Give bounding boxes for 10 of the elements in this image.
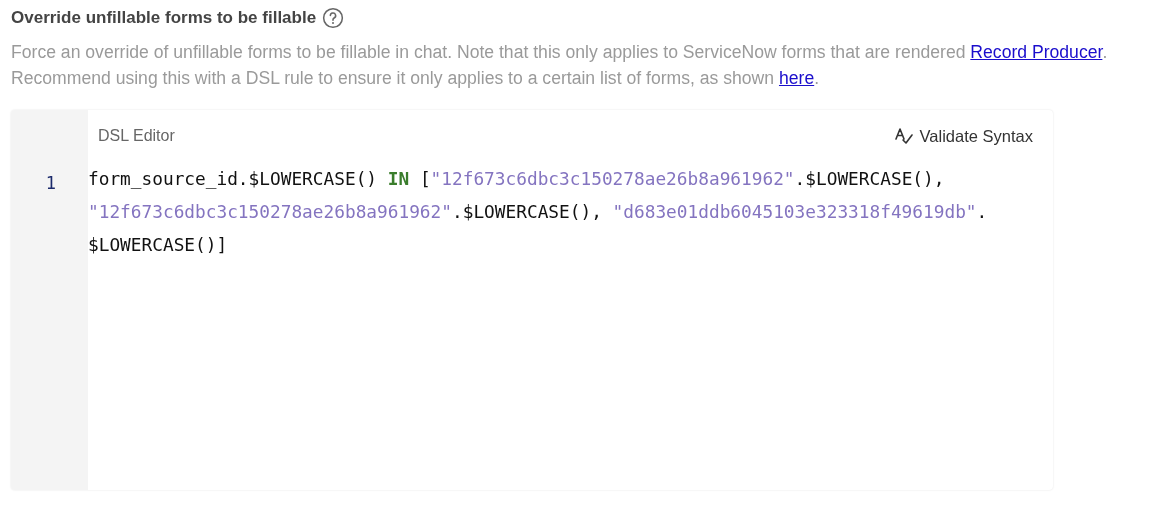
spell-check-icon xyxy=(893,126,914,146)
setting-title: Override unfillable forms to be fillable xyxy=(11,8,317,28)
editor-title: DSL Editor xyxy=(98,127,175,145)
link[interactable]: Record Producer xyxy=(970,42,1103,62)
line-number: 1 xyxy=(45,172,56,195)
link[interactable]: here xyxy=(778,68,815,88)
description-text: Force an override of unfillable forms to be fillable in chat. Note that this only applies to ServiceNow forms that are rendered Record Producer. Recommend using this with a DSL rule to ensure it only applies to a certain list of forms, as shown here. xyxy=(11,41,1109,90)
help-icon[interactable] xyxy=(322,7,345,29)
validate-syntax-button[interactable]: Validate Syntax xyxy=(893,122,1033,150)
code-line: form_source_id.$LOWERCASE() IN ["12f673c6dbc3c150278ae26b8a961962".$LOWERCASE(), "12f673c6dbc3c150278ae26b8a961962".$LOWERCASE(), "d683e01ddb6045103e323318f49619db". $LOWERCASE()] xyxy=(88,167,989,257)
